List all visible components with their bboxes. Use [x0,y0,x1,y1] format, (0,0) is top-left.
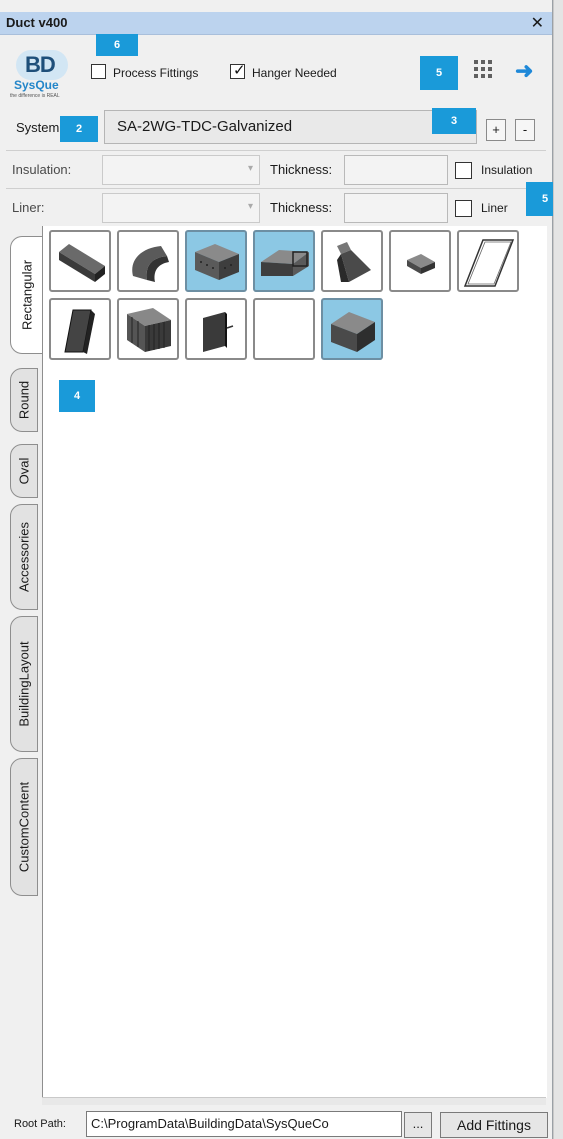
hanger-needed-checkbox[interactable]: ✓ [230,62,246,79]
add-system-button[interactable]: + [486,119,506,141]
checkmark-icon: ✓ [233,62,246,79]
callout-badge-4: 4 [59,380,95,412]
empty-icon [259,304,311,356]
duct-panel: Duct v400 ✕ BD SysQue the difference is … [0,0,563,1139]
insulation-checkbox-label: Insulation [481,163,533,177]
title-bar: Duct v400 ✕ [0,12,552,35]
liner-thickness-input[interactable] [344,193,448,223]
system-dropdown[interactable]: SA-2WG-TDC-Galvanized [104,110,477,144]
logo-brand: SysQue [14,78,59,92]
vertical-scrollbar[interactable] [553,0,563,1139]
box-fitting-icon [195,244,239,280]
fitting-tile[interactable] [253,230,315,292]
root-path-label: Root Path: [14,1118,66,1130]
grid-icon[interactable] [474,60,492,78]
liner-checkbox-label: Liner [481,201,508,215]
chevron-down-icon: ▾ [247,201,253,212]
browse-button[interactable]: ... [404,1112,432,1138]
fitting-tile[interactable] [185,298,247,360]
tab-label: Oval [16,457,32,485]
cube-icon [331,312,375,352]
insulation-thickness-label: Thickness: [270,162,333,177]
tab-label: Round [16,380,32,420]
insulation-dropdown[interactable]: ▾ [102,155,260,185]
liner-thickness-label: Thickness: [270,200,333,215]
arrow-right-icon[interactable]: ➜ [515,58,533,84]
close-icon[interactable]: ✕ [531,13,544,33]
offset-transition-icon [261,250,309,276]
logo-tagline: the difference is REAL [10,93,60,99]
callout-badge-2: 2 [60,116,98,142]
callout-badge-3: 3 [432,108,476,134]
tab-customcontent[interactable]: CustomContent [10,758,38,896]
sysque-logo: BD SysQue the difference is REAL [8,50,74,100]
liner-dropdown[interactable]: ▾ [102,193,260,223]
insulation-label: Insulation: [12,162,72,177]
small-box-icon [407,254,435,274]
flat-panel-icon [463,239,515,287]
fitting-tile[interactable] [253,298,315,360]
root-path-value: C:\ProgramData\BuildingData\SysQueCo [91,1116,329,1131]
transition-icon [337,242,371,282]
tab-accessories[interactable]: Accessories [10,504,38,610]
ribbed-duct-icon [127,308,171,352]
elbow-icon [132,246,169,282]
straight-duct-icon [59,244,105,282]
system-value: SA-2WG-TDC-Galvanized [117,118,293,135]
damper-plate-icon [203,312,234,352]
process-fittings-label: Process Fittings [113,66,199,80]
callout-badge-6: 6 [96,34,138,56]
tab-label: Rectangular [19,259,34,331]
tab-buildinglayout[interactable]: BuildingLayout [10,616,38,752]
liner-row: Liner: ▾ Thickness: Liner 5 [0,182,563,226]
liner-label: Liner: [12,200,45,215]
tab-label: BuildingLayout [16,641,32,727]
fitting-tile[interactable] [49,230,111,292]
tab-rectangular[interactable]: Rectangular [10,236,42,354]
tab-label: Accessories [16,521,32,593]
insulation-checkbox[interactable] [455,162,472,179]
fitting-tile[interactable] [117,298,179,360]
callout-badge-5: 5 [420,56,458,90]
tab-round[interactable]: Round [10,368,38,432]
horizontal-scrollbar[interactable] [42,1097,546,1105]
root-path-input[interactable]: C:\ProgramData\BuildingData\SysQueCo [86,1111,402,1137]
add-fittings-button[interactable]: Add Fittings [440,1112,548,1138]
window-title: Duct v400 [6,15,68,30]
divider [6,188,546,189]
insulation-thickness-input[interactable] [344,155,448,185]
fitting-tile[interactable] [389,230,451,292]
dark-panel-icon [64,309,95,354]
fitting-tile[interactable] [49,298,111,360]
fitting-tile[interactable] [457,230,519,292]
system-row: System 2 SA-2WG-TDC-Galvanized 3 + - [0,108,552,148]
system-label: System [16,120,60,135]
root-path-bar: Root Path: C:\ProgramData\BuildingData\S… [0,1108,552,1139]
divider [6,150,546,151]
fitting-tile[interactable] [321,230,383,292]
tab-label: CustomContent [16,781,32,873]
fitting-tile[interactable] [185,230,247,292]
fittings-palette: 4 [42,226,547,1098]
tab-oval[interactable]: Oval [10,444,38,498]
remove-system-button[interactable]: - [515,119,535,141]
insulation-row: Insulation: ▾ Thickness: Insulation [0,152,552,188]
fitting-tile[interactable] [117,230,179,292]
liner-checkbox[interactable] [455,200,472,217]
options-bar: BD SysQue the difference is REAL 6 Proce… [0,34,552,104]
fitting-tile[interactable] [321,298,383,360]
process-fittings-checkbox[interactable] [91,64,106,79]
chevron-down-icon: ▾ [247,163,253,174]
logo-mark: BD [25,52,56,77]
hanger-needed-label: Hanger Needed [252,66,337,80]
